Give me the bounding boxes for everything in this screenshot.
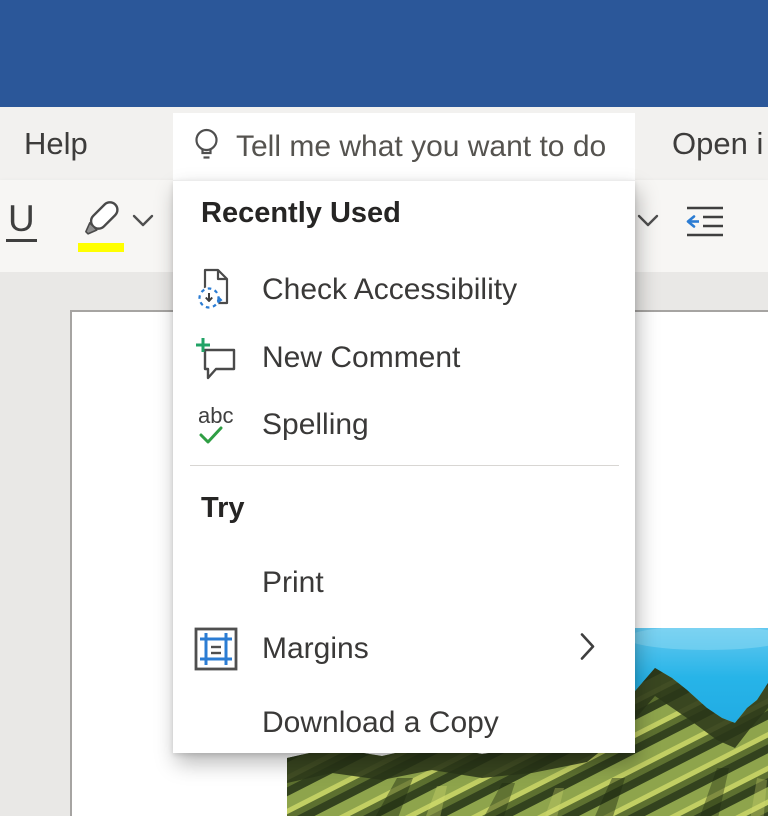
menu-item-new-comment[interactable]: New Comment	[173, 324, 635, 392]
highlight-color-swatch	[78, 243, 124, 252]
tell-me-search-box[interactable]	[173, 113, 635, 180]
menu-item-print[interactable]: Print	[173, 549, 635, 617]
menu-item-download-a-copy[interactable]: Download a Copy	[173, 689, 635, 757]
menu-item-margins[interactable]: Margins	[173, 615, 635, 683]
recently-used-header: Recently Used	[201, 197, 401, 230]
menu-item-spelling[interactable]: abc Spelling	[173, 391, 635, 459]
menu-item-label: Spelling	[262, 408, 369, 442]
menu-item-label: Margins	[262, 632, 369, 666]
menu-item-label: Print	[262, 566, 324, 600]
open-in-desktop-link[interactable]: Open i	[672, 107, 763, 180]
empty-icon-spacer	[193, 560, 239, 606]
ribbon-dropdown-arrow[interactable]	[636, 213, 660, 234]
tell-me-search-input[interactable]	[234, 129, 635, 165]
tab-help[interactable]: Help	[24, 107, 88, 180]
help-tab-label: Help	[24, 126, 88, 162]
chevron-down-icon	[131, 213, 155, 229]
chevron-down-icon	[636, 213, 660, 229]
underline-button-label: U	[6, 192, 37, 242]
menu-item-label: New Comment	[262, 341, 460, 375]
app-titlebar	[0, 0, 768, 107]
check-accessibility-icon	[193, 267, 239, 313]
highlight-dropdown-arrow[interactable]	[131, 213, 155, 234]
empty-icon-spacer	[193, 700, 239, 746]
menu-item-label: Check Accessibility	[262, 273, 517, 307]
decrease-indent-icon	[684, 202, 726, 242]
word-online-window: Help Open i U	[0, 0, 768, 816]
margins-icon	[193, 626, 239, 672]
menu-item-label: Download a Copy	[262, 706, 499, 740]
spelling-icon: abc	[193, 402, 239, 448]
lightbulb-icon	[193, 127, 220, 167]
svg-text:abc: abc	[198, 403, 233, 428]
underline-button[interactable]: U	[6, 192, 50, 256]
menu-divider	[190, 465, 619, 466]
try-header: Try	[201, 492, 245, 525]
text-highlight-button[interactable]	[72, 200, 128, 257]
submenu-chevron-right-icon	[579, 632, 597, 667]
new-comment-icon	[193, 335, 239, 381]
menu-item-check-accessibility[interactable]: Check Accessibility	[173, 256, 635, 324]
open-in-label: Open i	[672, 126, 763, 162]
decrease-indent-button[interactable]	[684, 202, 726, 247]
tell-me-dropdown-menu: Recently Used Check Accessibility	[173, 180, 635, 753]
highlighter-icon	[72, 200, 128, 252]
